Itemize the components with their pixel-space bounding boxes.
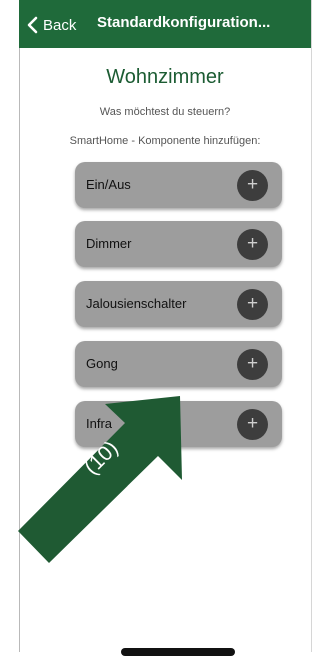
home-indicator <box>121 648 235 656</box>
room-title: Wohnzimmer <box>106 66 224 88</box>
frame-right-edge <box>311 0 334 652</box>
component-button-ein-aus[interactable]: Ein/Aus + <box>75 162 282 208</box>
chevron-left-icon <box>27 16 38 34</box>
component-label: Ein/Aus <box>86 177 131 192</box>
component-label: Infra <box>86 416 113 431</box>
component-label: Gong <box>86 356 118 371</box>
plus-icon[interactable]: + <box>237 229 268 260</box>
plus-icon[interactable]: + <box>237 349 268 380</box>
back-label: Back <box>43 16 77 34</box>
add-component-label: SmartHome - Komponente hinzufügen: <box>69 135 261 147</box>
component-button-infrarot[interactable]: Infra + <box>75 401 282 447</box>
subtitle: Was möchtest du steuern? <box>99 106 231 118</box>
frame-left-edge <box>19 0 20 652</box>
component-button-jalousienschalter[interactable]: Jalousienschalter + <box>75 281 282 327</box>
component-button-gong[interactable]: Gong + <box>75 341 282 387</box>
plus-icon[interactable]: + <box>237 409 268 440</box>
component-button-dimmer[interactable]: Dimmer + <box>75 221 282 267</box>
nav-title: Standardkonfiguration... <box>97 14 271 31</box>
back-button[interactable]: Back <box>25 14 76 36</box>
component-label: Jalousienschalter <box>86 296 187 311</box>
navigation-bar: Back Standardkonfiguration... <box>19 0 311 48</box>
plus-icon[interactable]: + <box>237 170 268 201</box>
plus-icon[interactable]: + <box>237 289 268 320</box>
component-label: Dimmer <box>86 236 132 251</box>
